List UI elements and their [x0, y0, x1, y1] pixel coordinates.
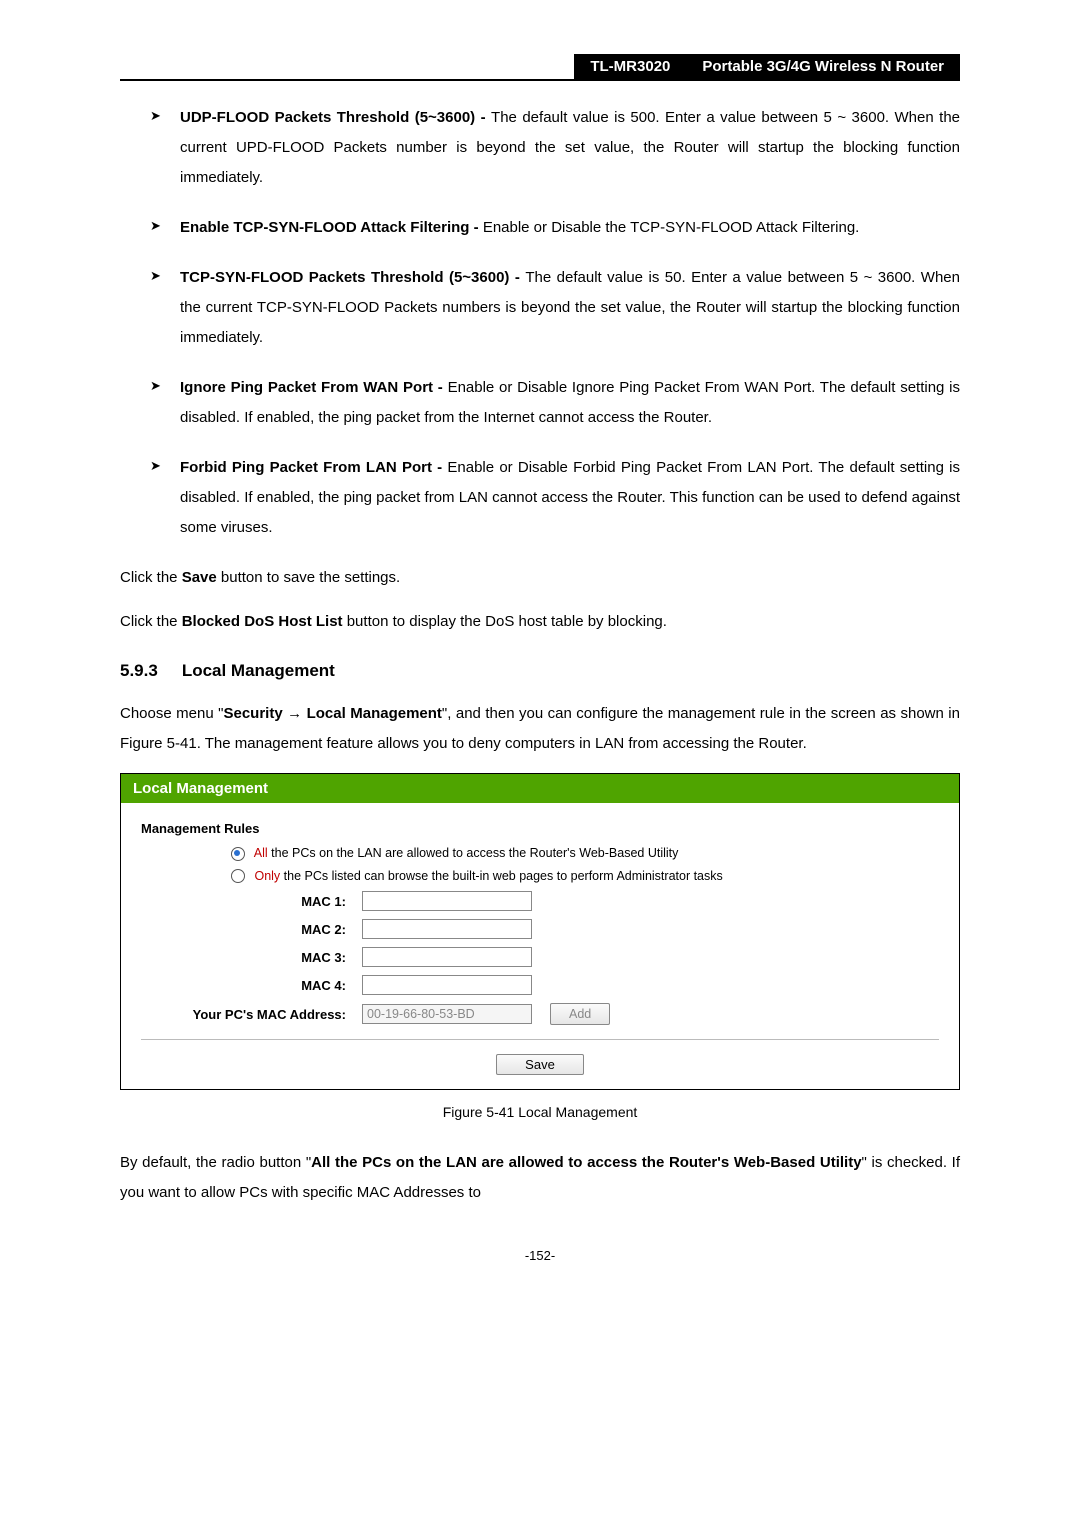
text: Click the — [120, 613, 182, 630]
text: By default, the radio button " — [120, 1154, 311, 1171]
section-number: 5.9.3 — [120, 661, 158, 680]
mac-row-1: MAC 1: — [141, 891, 939, 911]
panel-title: Local Management — [121, 774, 959, 803]
mac-row-2: MAC 2: — [141, 919, 939, 939]
mac-3-input[interactable] — [362, 947, 532, 967]
add-button[interactable]: Add — [550, 1003, 610, 1025]
list-item: Enable TCP-SYN-FLOOD Attack Filtering - … — [150, 213, 960, 243]
save-row: Save — [121, 1054, 959, 1089]
radio-only-listed[interactable]: Only the PCs listed can browse the built… — [141, 869, 939, 884]
arrow-icon: → — [283, 705, 307, 722]
save-instruction: Click the Save button to save the settin… — [120, 563, 960, 593]
section-heading: 5.9.3 Local Management — [120, 661, 960, 681]
list-item: UDP-FLOOD Packets Threshold (5~3600) - T… — [150, 103, 960, 193]
item-title: TCP-SYN-FLOOD Packets Threshold (5~3600)… — [180, 269, 525, 286]
text: button to save the settings. — [217, 569, 400, 586]
figure-caption: Figure 5-41 Local Management — [120, 1104, 960, 1120]
mac-label: MAC 1: — [141, 894, 362, 909]
product-title: Portable 3G/4G Wireless N Router — [686, 54, 960, 79]
mac-2-input[interactable] — [362, 919, 532, 939]
intro-paragraph: Choose menu "Security → Local Management… — [120, 699, 960, 759]
text: Choose menu " — [120, 705, 223, 722]
feature-list: UDP-FLOOD Packets Threshold (5~3600) - T… — [120, 103, 960, 543]
list-item: TCP-SYN-FLOOD Packets Threshold (5~3600)… — [150, 263, 960, 353]
header-rule — [120, 79, 960, 81]
item-title: Forbid Ping Packet From LAN Port - — [180, 459, 447, 476]
text: Click the — [120, 569, 182, 586]
blocked-instruction: Click the Blocked DoS Host List button t… — [120, 607, 960, 637]
item-body: Enable or Disable the TCP-SYN-FLOOD Atta… — [483, 219, 860, 236]
closing-paragraph: By default, the radio button "All the PC… — [120, 1148, 960, 1208]
pc-mac-row: Your PC's MAC Address: Add — [141, 1003, 939, 1025]
pc-mac-input — [362, 1004, 532, 1024]
radio-text: the PCs on the LAN are allowed to access… — [268, 846, 679, 860]
mac-4-input[interactable] — [362, 975, 532, 995]
page: TL-MR3020 Portable 3G/4G Wireless N Rout… — [0, 0, 1080, 1303]
mac-1-input[interactable] — [362, 891, 532, 911]
page-header: TL-MR3020 Portable 3G/4G Wireless N Rout… — [120, 54, 960, 79]
item-title: Ignore Ping Packet From WAN Port - — [180, 379, 448, 396]
radio-icon — [231, 847, 245, 861]
closing-bold: All the PCs on the LAN are allowed to ac… — [311, 1154, 861, 1171]
menu-security: Security — [223, 705, 282, 722]
radio-icon — [231, 869, 245, 883]
blocked-label: Blocked DoS Host List — [182, 613, 343, 630]
figure-local-management: Local Management Management Rules All th… — [120, 773, 960, 1090]
radio-text: the PCs listed can browse the built-in w… — [280, 869, 723, 883]
mac-label: MAC 3: — [141, 950, 362, 965]
panel-body: Management Rules All the PCs on the LAN … — [121, 803, 959, 1040]
text: button to display the DoS host table by … — [343, 613, 667, 630]
management-rules-label: Management Rules — [141, 821, 939, 836]
list-item: Ignore Ping Packet From WAN Port - Enabl… — [150, 373, 960, 433]
pc-mac-label: Your PC's MAC Address: — [141, 1007, 362, 1022]
item-title: Enable TCP-SYN-FLOOD Attack Filtering - — [180, 219, 483, 236]
mac-row-4: MAC 4: — [141, 975, 939, 995]
radio-all-pcs[interactable]: All the PCs on the LAN are allowed to ac… — [141, 846, 939, 861]
page-number: -152- — [120, 1248, 960, 1263]
mac-label: MAC 2: — [141, 922, 362, 937]
mac-row-3: MAC 3: — [141, 947, 939, 967]
menu-local-management: Local Management — [307, 705, 442, 722]
mac-label: MAC 4: — [141, 978, 362, 993]
list-item: Forbid Ping Packet From LAN Port - Enabl… — [150, 453, 960, 543]
panel-divider — [141, 1039, 939, 1040]
section-title: Local Management — [182, 661, 335, 680]
save-label: Save — [182, 569, 217, 586]
radio-red: Only — [254, 869, 280, 883]
radio-red: All — [254, 846, 268, 860]
item-title: UDP-FLOOD Packets Threshold (5~3600) - — [180, 109, 491, 126]
save-button[interactable]: Save — [496, 1054, 584, 1075]
model-badge: TL-MR3020 — [574, 54, 686, 79]
